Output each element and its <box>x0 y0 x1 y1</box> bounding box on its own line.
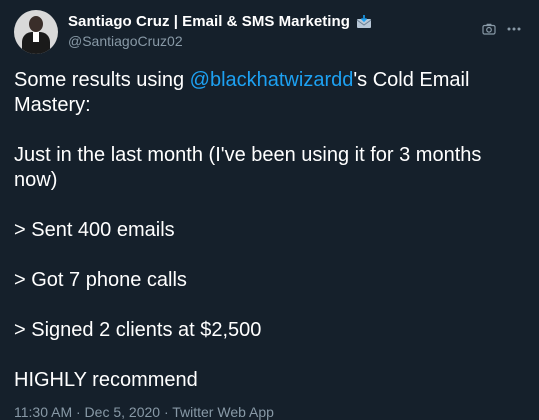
author-display-name[interactable]: Santiago Cruz | Email & SMS Marketing <box>68 13 350 30</box>
avatar-collar <box>33 32 39 42</box>
tweet-paragraph-1: Some results using @blackhatwizardd's Co… <box>14 68 519 118</box>
avatar-head <box>29 16 43 32</box>
author-name-row[interactable]: Santiago Cruz | Email & SMS Marketing <box>68 13 372 30</box>
tweet-paragraph-2: Just in the last month (I've been using … <box>14 144 482 191</box>
tweet-card: Santiago Cruz | Email & SMS Marketing @S… <box>0 0 539 420</box>
camera-icon[interactable] <box>482 22 496 36</box>
tweet-timestamp[interactable]: 11:30 AM · Dec 5, 2020 · Twitter Web App <box>14 404 274 420</box>
tweet-paragraph-6: HIGHLY recommend <box>14 369 198 391</box>
envelope-download-icon <box>356 14 372 28</box>
more-icon[interactable] <box>507 22 521 36</box>
tweet-paragraph-5: > Signed 2 clients at $2,500 <box>14 319 262 341</box>
tweet-line1-prefix: Some results using <box>14 69 190 91</box>
mention-link[interactable]: @blackhatwizardd <box>190 69 354 91</box>
avatar[interactable] <box>14 10 58 54</box>
tweet-paragraph-3: > Sent 400 emails <box>14 219 175 241</box>
tweet-text: Some results using @blackhatwizardd's Co… <box>14 68 519 418</box>
tweet-paragraph-4: > Got 7 phone calls <box>14 269 187 291</box>
author-handle[interactable]: @SantiagoCruz02 <box>68 33 183 49</box>
